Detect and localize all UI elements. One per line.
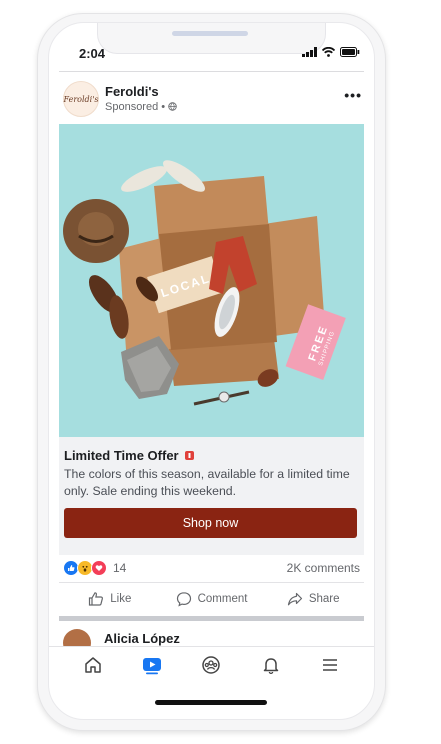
signal-icon	[302, 47, 317, 57]
post-header: Feroldi's Feroldi's Sponsored • •••	[59, 79, 364, 119]
shop-now-button[interactable]: Shop now	[64, 508, 357, 538]
post-stats: 14 2K comments	[59, 556, 364, 582]
groups-icon	[202, 656, 221, 674]
comments-count[interactable]: 2K comments	[287, 561, 360, 575]
status-icons	[302, 47, 360, 57]
wifi-icon	[322, 47, 335, 57]
love-reaction-icon	[91, 560, 107, 576]
comment-button[interactable]: Comment	[161, 584, 263, 614]
reactions-count: 14	[113, 561, 127, 575]
top-divider	[59, 71, 364, 72]
ad-image[interactable]: LOCAL FREE SHIPPING	[59, 124, 364, 437]
alarm-emoji-icon	[185, 451, 195, 460]
feed-separator	[59, 616, 364, 621]
nav-watch-button[interactable]	[137, 650, 167, 680]
nav-home-button[interactable]	[78, 650, 108, 680]
home-icon	[84, 657, 101, 673]
phone-screen: 2:04 Feroldi's Feroldi's Sponsored • •••…	[48, 22, 375, 720]
share-label: Share	[308, 593, 340, 605]
bell-icon	[263, 658, 279, 675]
like-button[interactable]: Like	[59, 584, 161, 614]
offer-title-text: Limited Time Offer	[64, 448, 179, 463]
globe-icon	[168, 102, 177, 111]
share-icon	[287, 592, 302, 606]
status-bar: 2:04	[49, 23, 374, 71]
battery-icon	[340, 47, 360, 57]
hamburger-menu-icon	[323, 659, 338, 671]
status-time: 2:04	[79, 46, 106, 61]
sponsored-label: Sponsored •	[105, 101, 177, 113]
like-label: Like	[110, 593, 132, 605]
ad-description: The colors of this season, available for…	[64, 467, 350, 498]
sponsored-text: Sponsored •	[105, 101, 169, 113]
brand-avatar[interactable]: Feroldi's	[63, 81, 99, 117]
nav-notifications-button[interactable]	[256, 650, 286, 680]
more-options-button[interactable]: •••	[344, 87, 362, 103]
share-button[interactable]: Share	[262, 584, 364, 614]
comment-icon	[176, 592, 191, 607]
comment-label: Comment	[197, 593, 248, 605]
offer-title: Limited Time Offer	[64, 448, 195, 463]
brand-name[interactable]: Feroldi's	[105, 84, 159, 99]
actions-divider	[59, 582, 364, 583]
video-play-icon	[143, 658, 162, 675]
nav-groups-button[interactable]	[196, 650, 226, 680]
reactions-summary[interactable]: 14	[63, 560, 126, 576]
ad-info-panel: Limited Time Offer The colors of this se…	[59, 437, 364, 555]
ad-image-illustration: LOCAL FREE SHIPPING	[63, 160, 346, 406]
thumbs-up-icon	[89, 592, 104, 606]
post-actions: Like Comment Share	[59, 584, 364, 614]
brand-avatar-logo-text: Feroldi's	[63, 94, 99, 104]
bottom-navigation	[49, 646, 374, 683]
nav-menu-button[interactable]	[315, 650, 345, 680]
home-indicator[interactable]	[155, 700, 267, 705]
next-post-author[interactable]: Alicia López	[104, 631, 180, 646]
